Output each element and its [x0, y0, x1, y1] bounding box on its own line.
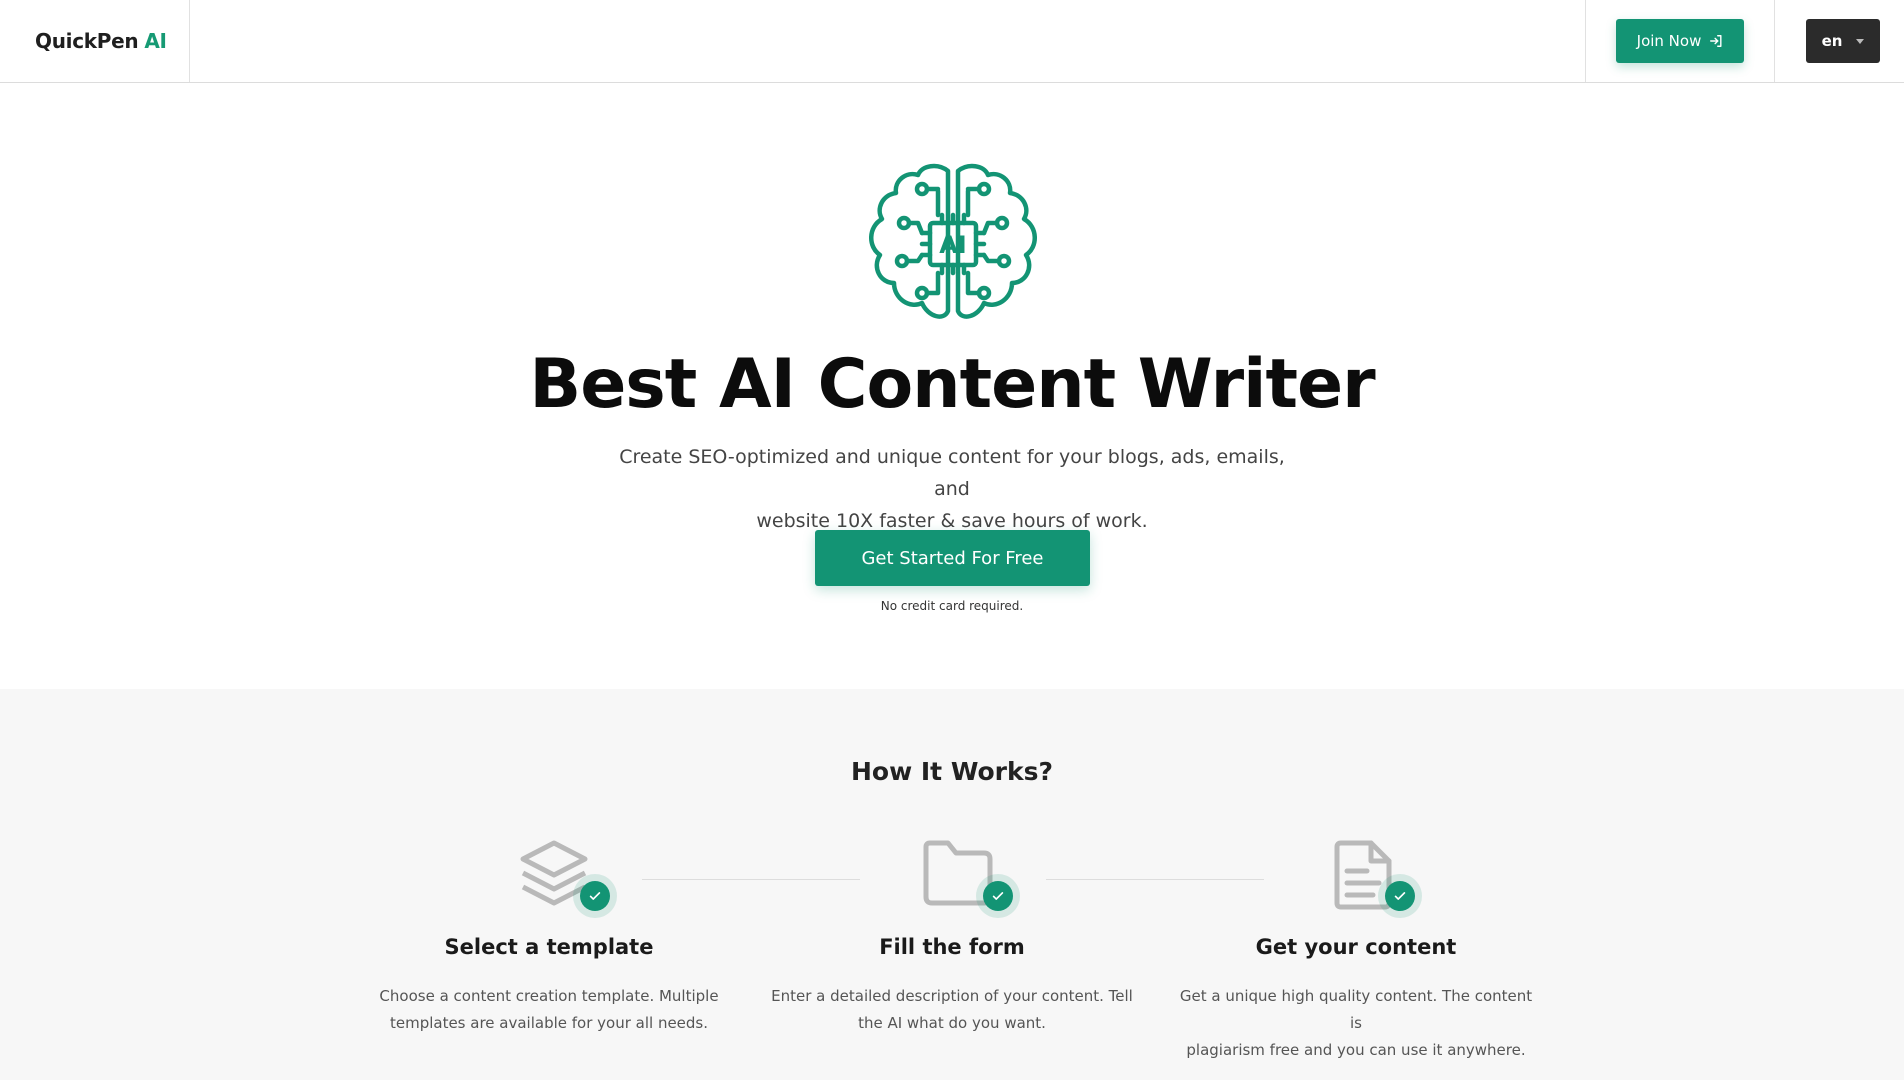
check-badge [976, 874, 1020, 918]
language-selector[interactable]: en [1806, 19, 1880, 63]
hero-subtitle-line2: website 10X faster & save hours of work. [756, 510, 1148, 532]
hero-section: AI Best AI Content Writer Create SEO-opt… [0, 83, 1904, 689]
how-it-works-title: How It Works? [850, 757, 1054, 786]
ai-chip-label: AI [939, 231, 967, 259]
join-container: Join Now [1585, 0, 1775, 82]
join-now-button[interactable]: Join Now [1616, 19, 1744, 63]
sign-in-icon [1710, 35, 1722, 47]
hero-title: Best AI Content Writer [529, 345, 1375, 424]
step-title: Get your content [1255, 935, 1457, 959]
step-description: Choose a content creation template. Mult… [359, 983, 739, 1037]
hero-subtitle-line1: Create SEO-optimized and unique content … [619, 446, 1285, 500]
step-fill-form: Fill the form Enter a detailed descripti… [762, 839, 1142, 1037]
step-title: Select a template [444, 935, 654, 959]
step-description-line1: Enter a detailed description of your con… [771, 987, 1133, 1005]
hero-subtitle: Create SEO-optimized and unique content … [602, 441, 1302, 537]
step-description-line2: the AI what do you want. [858, 1014, 1046, 1032]
top-navbar: QuickPen AI Join Now en [0, 0, 1904, 83]
check-badge [1378, 874, 1422, 918]
check-icon [589, 892, 601, 900]
step-description-line1: Choose a content creation template. Mult… [379, 987, 719, 1005]
brand-accent: AI [144, 29, 167, 53]
step-description-line2: templates are available for your all nee… [389, 1014, 709, 1032]
step-get-content: Get your content Get a unique high quali… [1166, 839, 1546, 1064]
step-select-template: Select a template Choose a content creat… [359, 839, 739, 1037]
step-title: Fill the form [879, 935, 1025, 959]
chevron-down-icon [1856, 38, 1865, 44]
how-it-works-section: How It Works? Select a template Choose a… [0, 689, 1904, 1080]
step-description: Enter a detailed description of your con… [762, 983, 1142, 1037]
ai-brain-icon: AI [869, 163, 1037, 319]
join-now-label: Join Now [1636, 32, 1702, 50]
check-icon [1394, 892, 1406, 900]
get-started-button[interactable]: Get Started For Free [815, 530, 1090, 586]
step-description-line1: Get a unique high quality content. The c… [1179, 987, 1533, 1032]
check-icon [992, 892, 1004, 900]
step-description: Get a unique high quality content. The c… [1166, 983, 1546, 1064]
brand-name: QuickPen [35, 29, 139, 53]
language-label: en [1821, 32, 1843, 50]
check-badge [573, 874, 617, 918]
step-description-line2: plagiarism free and you can use it anywh… [1186, 1041, 1526, 1059]
no-credit-card-note: No credit card required. [880, 599, 1024, 613]
brand-logo[interactable]: QuickPen AI [0, 0, 190, 82]
